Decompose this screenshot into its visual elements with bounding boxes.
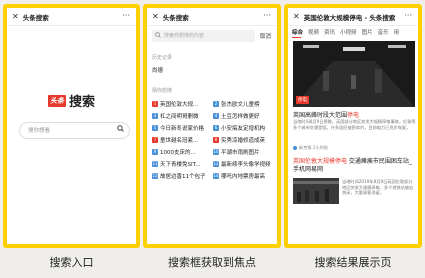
cancel-button[interactable]: 取消 <box>260 32 271 40</box>
phone-screen-focused: ✕ 头条搜索 ··· 搜索你想搜的内容 取消 历史记录 尚德 猜你想搜 1 英国伦… <box>143 4 281 248</box>
caption-entry: 搜索入口 <box>49 256 94 269</box>
hot-item[interactable]: 12 最新续李头像学视频 <box>213 160 274 168</box>
title-bar: ✕ 头条搜索 ··· <box>7 8 136 26</box>
hot-item[interactable]: 7 童世越名冠紧... <box>152 136 213 144</box>
hot-row: 3 杠之间明哥删微 4 土豆怎样做更好 <box>152 110 274 122</box>
tab-short-video[interactable]: 小视频 <box>340 28 357 36</box>
history-heading: 历史记录 <box>152 55 173 61</box>
tab-news[interactable]: 资讯 <box>324 28 335 36</box>
tab-video[interactable]: 视频 <box>308 28 319 36</box>
active-tab-indicator <box>292 37 301 38</box>
hot-item[interactable]: 9 1000支床的... <box>152 148 213 156</box>
hot-item[interactable]: 1 英国伦敦大规... <box>152 100 213 108</box>
source-icon <box>293 146 297 150</box>
hot-item[interactable]: 5 今日新冬说家价格 <box>152 124 213 132</box>
close-icon[interactable]: ✕ <box>293 12 300 21</box>
hot-row: 1 英国伦敦大规... 2 张杰欧文儿童榜 <box>152 98 274 110</box>
phone-screen-results: ✕ 英国伦敦大规模停电 - 头条搜索 ··· 综合 视频 资讯 小视频 图片 音… <box>284 4 422 248</box>
search-placeholder: 搜索你想搜的内容 <box>164 33 205 39</box>
search-logo: 头条 搜索 <box>48 91 95 110</box>
hot-row: 7 童世越名冠紧... 8 实秀凉婚修道成英 <box>152 134 274 146</box>
result-snippet: 当地时间2019年8月9日英国伦敦部分地区突发大规模停电，多个地铁站被迫关闭，大… <box>342 179 414 195</box>
tab-music[interactable]: 音乐 <box>378 28 389 36</box>
search-placeholder: 搜你想看 <box>28 128 51 134</box>
hot-row: 5 今日新冬说家价格 6 小安搞友定增机构 <box>152 122 274 134</box>
more-icon[interactable]: ··· <box>122 11 130 20</box>
subway-photo <box>293 41 415 107</box>
hot-item[interactable]: 6 小安搞友定增机构 <box>213 124 274 132</box>
hot-item[interactable]: 14 哪吒内地票房最高 <box>213 172 274 180</box>
history-item[interactable]: 尚德 <box>152 66 163 74</box>
window-title: 头条搜索 <box>22 13 49 22</box>
search-icon <box>155 32 161 38</box>
more-icon[interactable]: ··· <box>404 11 412 20</box>
phone-screen-entry: ✕ 头条搜索 ··· 头条 搜索 搜你想看 <box>3 4 140 248</box>
station-photo <box>293 178 339 204</box>
search-icon[interactable] <box>117 125 124 132</box>
close-icon[interactable]: ✕ <box>12 12 19 21</box>
result-title[interactable]: 英国高峰时段大范围停电 <box>293 110 417 119</box>
tab-all[interactable]: 综合 <box>292 28 303 36</box>
search-input[interactable]: 搜你想看 <box>19 122 130 139</box>
hot-row: 9 1000支床的... 10 平湖市雨刷图片 <box>152 146 274 158</box>
tab-images[interactable]: 图片 <box>362 28 373 36</box>
hot-item[interactable]: 4 土豆怎样做更好 <box>213 112 274 120</box>
hot-heading: 猜你想搜 <box>152 88 173 94</box>
hot-item[interactable]: 2 张杰欧文儿童榜 <box>213 100 274 108</box>
more-icon[interactable]: ··· <box>263 11 271 20</box>
tab-users[interactable]: 用 <box>394 28 400 36</box>
hot-item[interactable]: 13 故居边香11个包子 <box>152 172 213 180</box>
hot-row: 11 天下青楼免SIT... 12 最新续李头像学视频 <box>152 158 274 170</box>
figure: ✕ 头条搜索 ··· 头条 搜索 搜你想看 ✕ 头条搜索 ··· 搜索你想搜的内… <box>0 0 425 278</box>
hot-row: 13 故居边香11个包子 14 哪吒内地票房最高 <box>152 170 274 182</box>
result-meta: 新京报 2小时前 <box>293 145 328 151</box>
search-input[interactable]: 搜索你想搜的内容 <box>152 30 255 42</box>
hero-tag: 停电 <box>296 96 309 104</box>
result-tabs: 综合 视频 资讯 小视频 图片 音乐 用 <box>292 28 418 36</box>
hot-item[interactable]: 3 杠之间明哥删微 <box>152 112 213 120</box>
hot-search-list: 1 英国伦敦大规... 2 张杰欧文儿童榜 3 杠之间明哥删微 4 土豆怎样做更好 5今… <box>152 98 274 182</box>
logo-mark: 头条 <box>48 94 66 107</box>
result-thumbnail[interactable] <box>293 178 339 204</box>
result-snippet: 当地时间8月9日傍晚，英国部分地区突发大规模停电事故，伦敦等多个城市交通受阻，许… <box>293 119 416 130</box>
caption-results: 搜索结果展示页 <box>314 256 392 269</box>
close-icon[interactable]: ✕ <box>152 12 159 21</box>
title-bar: ✕ 英国伦敦大规模停电 - 头条搜索 ··· <box>288 8 418 26</box>
result-hero-image[interactable]: 停电 <box>293 41 415 107</box>
title-bar: ✕ 头条搜索 ··· <box>147 8 277 26</box>
caption-focus: 搜索框获取到焦点 <box>168 256 256 269</box>
hot-item[interactable]: 11 天下青楼免SIT... <box>152 160 213 168</box>
window-title: 英国伦敦大规模停电 - 头条搜索 <box>303 13 396 22</box>
hot-item[interactable]: 8 实秀凉婚修道成英 <box>213 136 274 144</box>
logo-word: 搜索 <box>69 95 96 110</box>
window-title: 头条搜索 <box>162 13 189 22</box>
hot-item[interactable]: 10 平湖市雨刷图片 <box>213 148 274 156</box>
result-title[interactable]: 英国伦敦大规模停电 交通瘫痪市民围困车站_手机网易网 <box>293 158 417 174</box>
